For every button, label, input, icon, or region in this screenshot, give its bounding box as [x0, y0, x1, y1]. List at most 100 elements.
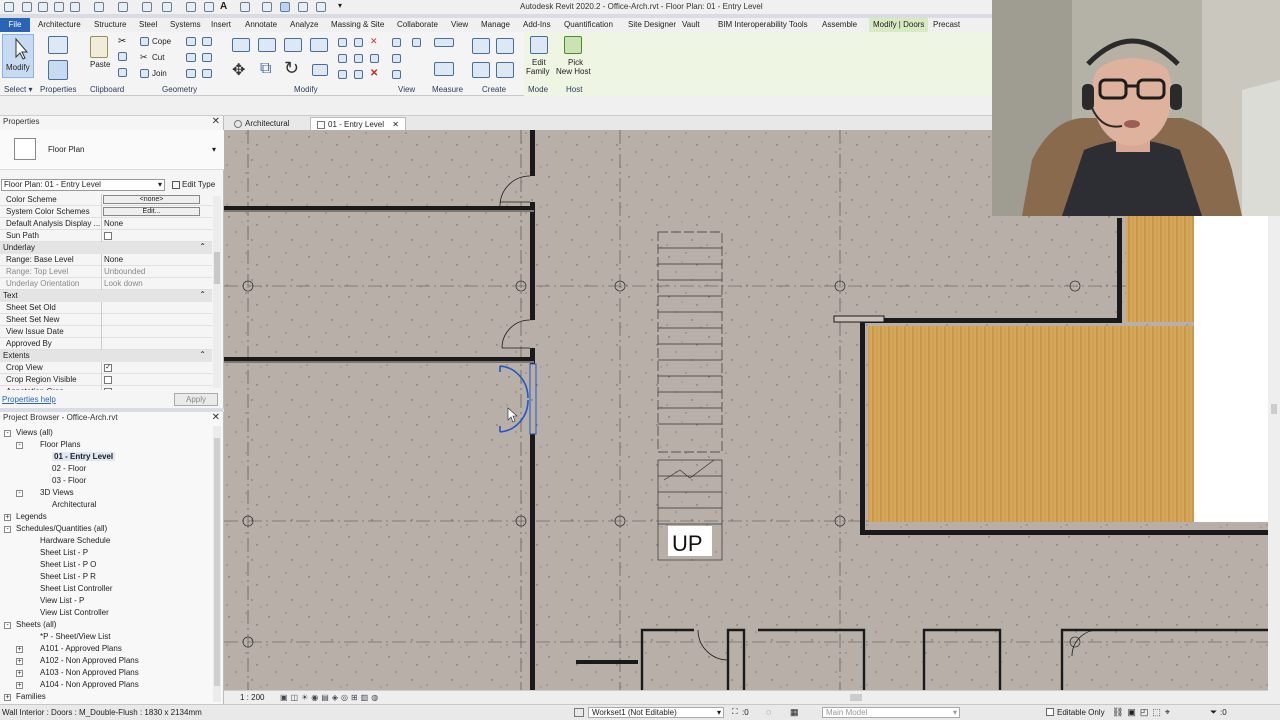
browser-item[interactable]: Schedules/Quantities (all): [16, 524, 107, 533]
cope-label[interactable]: Cope: [152, 37, 171, 46]
vertical-scrollbar[interactable]: [1268, 216, 1280, 704]
split-icon[interactable]: [338, 38, 347, 47]
collapse-icon[interactable]: ⌃: [199, 290, 206, 299]
geometry-tool-1-icon[interactable]: [186, 37, 196, 46]
properties-scrollbar[interactable]: [213, 196, 221, 388]
ribbon-tab-analyze[interactable]: Analyze: [290, 20, 318, 29]
extend-icon[interactable]: [354, 70, 363, 79]
browser-item[interactable]: Families: [16, 692, 46, 701]
browser-item[interactable]: Legends: [16, 512, 47, 521]
print-icon[interactable]: [142, 2, 152, 12]
copy-icon[interactable]: [118, 52, 127, 61]
expand-icon[interactable]: +: [16, 682, 23, 689]
geometry-tool-4-icon[interactable]: [202, 53, 212, 62]
type-selector[interactable]: Floor Plan ▾: [0, 130, 224, 170]
edit-family-button[interactable]: Edit Family: [526, 36, 552, 82]
match-type-icon[interactable]: [118, 68, 127, 77]
browser-item[interactable]: *P - Sheet/View List: [40, 632, 110, 641]
ribbon-tab-add-ins[interactable]: Add-Ins: [523, 20, 551, 29]
create-group-icon[interactable]: [472, 62, 490, 78]
view-tool-4-icon[interactable]: [392, 70, 401, 79]
ribbon-tab-vault[interactable]: Vault: [682, 20, 700, 29]
properties-help-link[interactable]: Properties help: [2, 395, 56, 404]
browser-item[interactable]: 03 - Floor: [52, 476, 86, 485]
edit-type-button[interactable]: Edit Type: [168, 178, 220, 192]
property-value[interactable]: None: [104, 219, 123, 228]
browser-item[interactable]: 02 - Floor: [52, 464, 86, 473]
browser-item[interactable]: Hardware Schedule: [40, 536, 110, 545]
pick-new-host-button[interactable]: Pick New Host: [556, 36, 592, 82]
property-checkbox[interactable]: [104, 376, 112, 384]
align-icon[interactable]: [232, 38, 250, 52]
panel-select[interactable]: Select ▾: [4, 85, 32, 94]
measure-tool-icon[interactable]: [434, 38, 454, 47]
ribbon-tab-assemble[interactable]: Assemble: [822, 20, 857, 29]
trim-multi-icon[interactable]: [338, 70, 347, 79]
vertical-scroll-thumb[interactable]: [1271, 404, 1277, 414]
switch-windows-icon[interactable]: [316, 2, 326, 12]
dimension-tool-icon[interactable]: [434, 62, 454, 76]
property-checkbox[interactable]: [104, 388, 112, 390]
browser-item[interactable]: View List Controller: [40, 608, 109, 617]
collapse-icon[interactable]: -: [4, 622, 11, 629]
customize-qat-icon[interactable]: ▾: [338, 1, 342, 10]
view-tool-2-icon[interactable]: [412, 38, 421, 47]
type-dropdown-icon[interactable]: ▾: [212, 145, 216, 154]
browser-item[interactable]: Sheet List Controller: [40, 584, 112, 593]
mirror-draw-icon[interactable]: [310, 38, 328, 52]
paste-icon[interactable]: [90, 36, 108, 58]
collapse-icon[interactable]: ⌃: [199, 242, 206, 251]
copy-element-icon[interactable]: ⧉: [260, 60, 271, 78]
collapse-icon[interactable]: -: [4, 526, 11, 533]
design-option-dropdown[interactable]: Main Model ▾: [822, 707, 960, 718]
view-control-icons[interactable]: ▣◫☀◉▤◈◎⊞▥◍: [280, 693, 381, 702]
collapse-icon[interactable]: -: [16, 442, 23, 449]
modify-button[interactable]: Modify: [2, 34, 34, 78]
pin-icon[interactable]: [370, 54, 379, 63]
browser-item[interactable]: Sheet List - P O: [40, 560, 96, 569]
browser-scroll-thumb[interactable]: [214, 438, 220, 686]
browser-item[interactable]: Floor Plans: [40, 440, 80, 449]
browser-item[interactable]: Views (all): [16, 428, 53, 437]
apply-button[interactable]: Apply: [174, 393, 218, 406]
editing-requests-icon[interactable]: ◌: [766, 707, 771, 717]
ribbon-tab-manage[interactable]: Manage: [481, 20, 510, 29]
cut-clip-icon[interactable]: ✂: [118, 36, 126, 47]
collapse-icon[interactable]: -: [4, 430, 11, 437]
horizontal-scroll-thumb[interactable]: [850, 694, 862, 701]
paint-icon[interactable]: [202, 69, 212, 78]
ribbon-tab-site-designer[interactable]: Site Designer: [628, 20, 676, 29]
measure-icon[interactable]: [162, 2, 172, 12]
section-icon[interactable]: [262, 2, 272, 12]
properties-close-icon[interactable]: ✕: [212, 116, 220, 127]
browser-item[interactable]: Sheet List - P: [40, 548, 88, 557]
mirror-axis-icon[interactable]: [284, 38, 302, 52]
filter-icon[interactable]: ⏷: [1210, 707, 1217, 718]
trim-icon[interactable]: [312, 64, 328, 76]
sync-icon-2[interactable]: [70, 2, 80, 12]
rotate-icon[interactable]: ↻: [284, 58, 299, 79]
redo-icon[interactable]: [118, 2, 128, 12]
open-icon[interactable]: [22, 2, 32, 12]
browser-item[interactable]: 01 - Entry Level: [52, 452, 116, 461]
paste-label[interactable]: Paste: [90, 60, 110, 69]
expand-icon[interactable]: +: [4, 694, 11, 701]
property-value-button[interactable]: Edit...: [103, 207, 200, 216]
join-label[interactable]: Join: [152, 69, 167, 78]
view-tab-01-entry-level[interactable]: 01 - Entry Level ✕: [310, 117, 406, 130]
properties-icon[interactable]: [48, 60, 68, 80]
ribbon-tab-precast[interactable]: Precast: [933, 20, 960, 29]
undo-icon[interactable]: [94, 2, 104, 12]
cut-icon[interactable]: ✂: [140, 52, 148, 63]
browser-item[interactable]: A104 - Non Approved Plans: [40, 680, 139, 689]
selection-option-icons[interactable]: ⛓▣◰⬚⌖: [1112, 707, 1174, 718]
sync-icon[interactable]: [54, 2, 64, 12]
3d-view-icon[interactable]: [240, 2, 250, 12]
expand-icon[interactable]: +: [16, 658, 23, 665]
geometry-tool-5-icon[interactable]: [186, 69, 196, 78]
view-tab-architectural[interactable]: Architectural: [228, 117, 295, 130]
ribbon-tab-steel[interactable]: Steel: [139, 20, 157, 29]
browser-item[interactable]: A102 - Non Approved Plans: [40, 656, 139, 665]
ribbon-tab-view[interactable]: View: [451, 20, 468, 29]
workset-dropdown[interactable]: Workset1 (Not Editable) ▾: [588, 707, 724, 718]
